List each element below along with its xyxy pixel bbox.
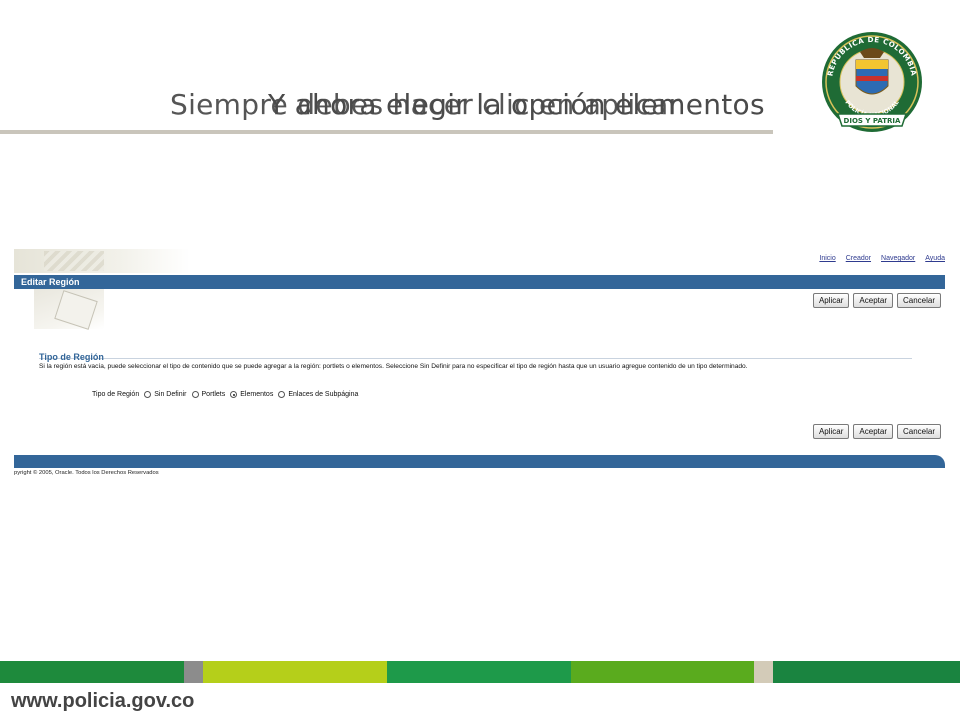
page-title: Editar Región — [21, 277, 80, 287]
slide-title-line-2: Y ahora elegir la opción elementos — [268, 88, 765, 121]
top-button-row: Aplicar Aceptar Cancelar — [812, 293, 941, 308]
radio-option-portlets[interactable]: Portlets — [191, 391, 226, 398]
color-segment — [571, 661, 754, 683]
header-decoration-image — [14, 249, 190, 273]
color-segment — [773, 661, 960, 683]
radio-label: Elementos — [240, 391, 274, 398]
radio-label: Sin Definir — [154, 391, 187, 398]
color-segment — [203, 661, 387, 683]
link-inicio[interactable]: Inicio — [819, 255, 835, 262]
radio-button[interactable] — [144, 391, 152, 398]
radio-label: Portlets — [201, 391, 226, 398]
color-segment — [387, 661, 571, 683]
website-url: www.policia.gov.co — [11, 690, 195, 712]
region-type-label: Tipo de Región — [92, 391, 140, 398]
region-type-radio-group: Tipo de Región Sin Definir Portlets Elem… — [92, 391, 363, 398]
cancel-button-top[interactable]: Cancelar — [896, 293, 941, 308]
radio-button[interactable] — [191, 391, 199, 398]
bottom-button-row: Aplicar Aceptar Cancelar — [812, 424, 941, 439]
radio-label: Enlaces de Subpágina — [288, 391, 359, 398]
page-title-bar: Editar Región — [14, 275, 945, 289]
radio-option-enlaces-subpagina[interactable]: Enlaces de Subpágina — [278, 391, 358, 398]
section-title: Tipo de Región — [39, 352, 104, 362]
apply-button-bottom[interactable]: Aplicar — [812, 424, 850, 439]
radio-option-sin-definir[interactable]: Sin Definir — [144, 391, 187, 398]
side-decoration-image — [34, 289, 104, 329]
footer-bar — [14, 455, 945, 468]
color-segment — [184, 661, 203, 683]
link-navegador[interactable]: Navegador — [881, 255, 915, 262]
link-ayuda[interactable]: Ayuda — [925, 255, 945, 262]
radio-option-elementos[interactable]: Elementos — [230, 391, 273, 398]
app-screenshot: Inicio Creador Navegador Ayuda Editar Re… — [14, 249, 945, 479]
accept-button-top[interactable]: Aceptar — [853, 293, 893, 308]
global-links: Inicio Creador Navegador Ayuda — [819, 255, 945, 262]
svg-text:DIOS Y PATRIA: DIOS Y PATRIA — [844, 117, 901, 125]
color-segment — [0, 661, 184, 683]
cancel-button-bottom[interactable]: Cancelar — [896, 424, 941, 439]
color-segment — [754, 661, 773, 683]
police-crest-logo: REPÚBLICA DE COLOMBIA POLICÍA NACIONAL D… — [822, 32, 922, 132]
apply-button-top[interactable]: Aplicar — [812, 293, 850, 308]
accept-button-bottom[interactable]: Aceptar — [853, 424, 893, 439]
title-divider — [0, 130, 773, 134]
section-header: Tipo de Región — [39, 347, 912, 362]
radio-button[interactable] — [278, 391, 286, 398]
radio-button-selected[interactable] — [230, 391, 238, 398]
slide-title: Siempre debes hacer clic en aplicar Y ah… — [0, 88, 900, 128]
copyright-text: pyright © 2005, Oracle. Todos los Derech… — [14, 470, 159, 476]
link-creador[interactable]: Creador — [846, 255, 871, 262]
section-description: Si la región está vacía, puede seleccion… — [39, 363, 748, 370]
footer-color-bar — [0, 661, 960, 683]
